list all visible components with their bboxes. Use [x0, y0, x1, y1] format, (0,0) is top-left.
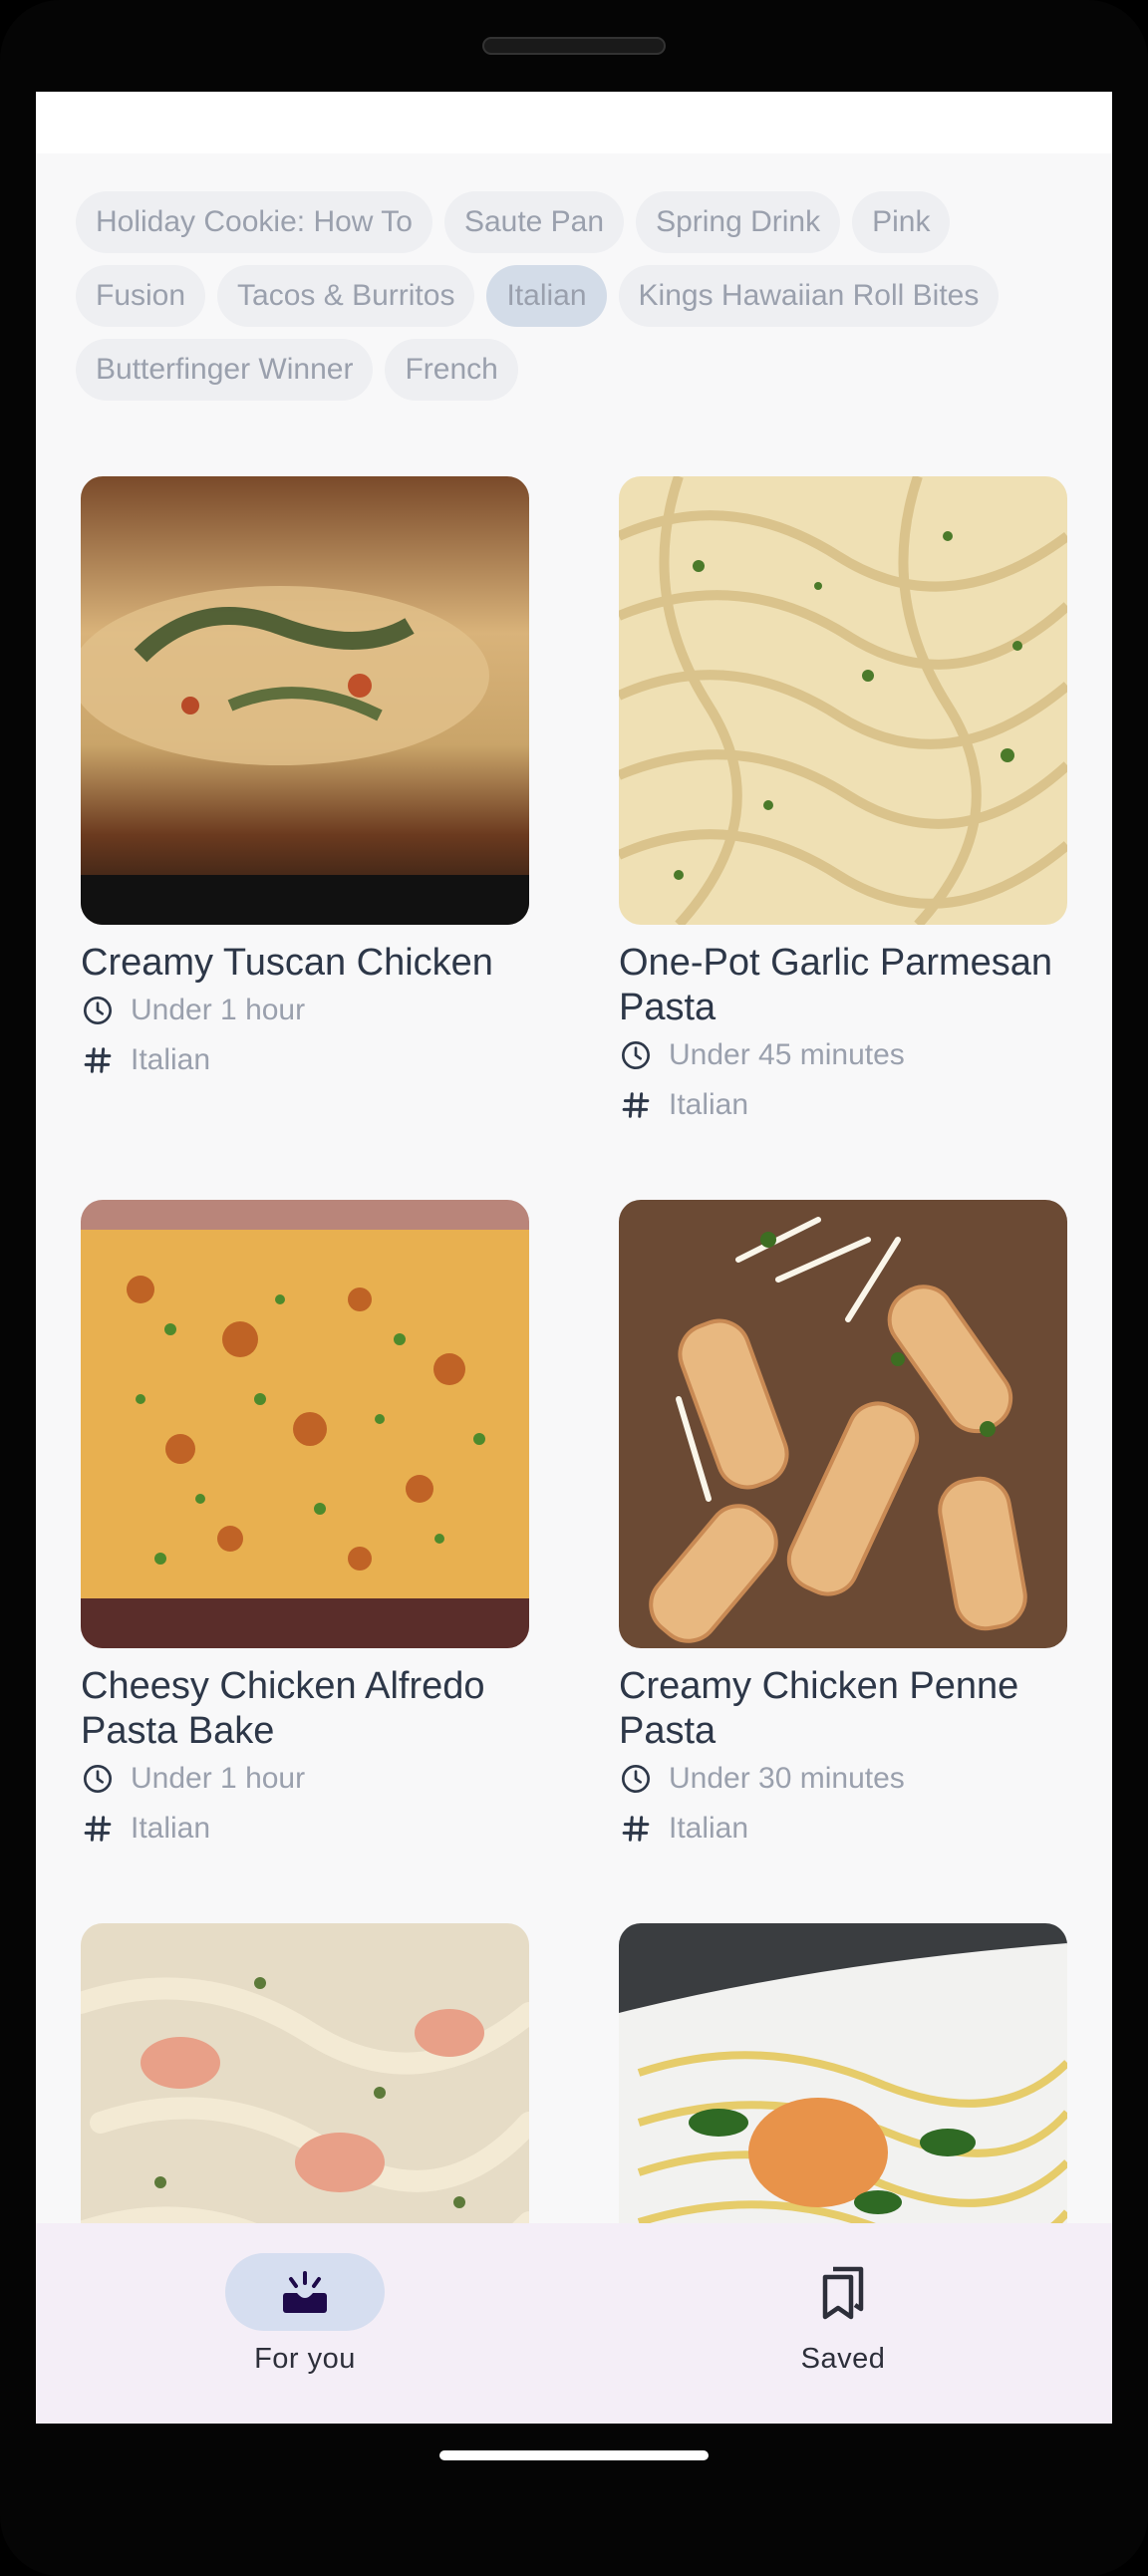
recipe-image — [619, 476, 1067, 925]
recipe-tag-text: Italian — [131, 1812, 211, 1845]
chip-saute-pan[interactable]: Saute Pan — [443, 191, 625, 253]
speaker-grille — [482, 37, 666, 55]
chip-kings-hawaiian[interactable]: Kings Hawaiian Roll Bites — [618, 265, 1000, 327]
clock-icon — [81, 1762, 115, 1796]
recipe-time: Under 1 hour — [81, 986, 529, 1035]
nav-saved[interactable]: Saved — [574, 2223, 1112, 2424]
phone-frame: Holiday Cookie: How To Saute Pan Spring … — [0, 0, 1148, 2576]
recipe-time: Under 30 minutes — [619, 1754, 1067, 1804]
recipe-title: Creamy Tuscan Chicken — [81, 942, 493, 984]
clock-icon — [619, 1038, 653, 1072]
recipe-tag-text: Italian — [669, 1812, 749, 1845]
chip-fusion[interactable]: Fusion — [76, 265, 206, 327]
hash-icon — [619, 1088, 653, 1122]
recipe-card[interactable]: Cheesy Chicken Alfredo Pasta Bake Under … — [81, 1200, 529, 1854]
chip-butterfinger[interactable]: Butterfinger Winner — [76, 339, 374, 401]
recipe-tag-text: Italian — [669, 1088, 749, 1121]
recipe-card[interactable]: Creamy Chicken Penne Pasta Under 30 minu… — [619, 1200, 1067, 1854]
nav-saved-label: Saved — [800, 2343, 886, 2375]
chip-tacos-burritos[interactable]: Tacos & Burritos — [217, 265, 475, 327]
bookmarks-icon — [822, 2266, 864, 2320]
chip-italian[interactable]: Italian — [486, 265, 607, 327]
recipe-tag: Italian — [81, 1035, 529, 1085]
home-indicator[interactable] — [439, 2450, 709, 2460]
recipe-time-text: Under 45 minutes — [669, 1038, 905, 1071]
recipe-time-text: Under 30 minutes — [669, 1762, 905, 1795]
nav-for-you-label: For you — [254, 2343, 356, 2375]
sparkle-inbox-icon — [283, 2271, 327, 2313]
recipe-time-text: Under 1 hour — [131, 994, 306, 1026]
clock-icon — [619, 1762, 653, 1796]
recipe-title: Cheesy Chicken Alfredo Pasta Bake — [81, 1665, 485, 1752]
chip-spring-drink[interactable]: Spring Drink — [636, 191, 841, 253]
app-screen: Holiday Cookie: How To Saute Pan Spring … — [36, 92, 1112, 2424]
recipe-time: Under 1 hour — [81, 1754, 529, 1804]
chip-pink[interactable]: Pink — [852, 191, 951, 253]
recipe-image — [619, 1200, 1067, 1648]
hash-icon — [81, 1812, 115, 1846]
recipe-image — [81, 1200, 529, 1648]
chip-holiday-cookie[interactable]: Holiday Cookie: How To — [76, 191, 432, 253]
recipe-title: Creamy Chicken Penne Pasta — [619, 1665, 1019, 1752]
clock-icon — [81, 994, 115, 1027]
recipe-tag-text: Italian — [131, 1043, 211, 1076]
recipe-time: Under 45 minutes — [619, 1030, 1067, 1080]
category-chips: Holiday Cookie: How To Saute Pan Spring … — [76, 191, 1082, 401]
recipe-image — [81, 476, 529, 925]
recipe-tag: Italian — [619, 1080, 1067, 1130]
hash-icon — [619, 1812, 653, 1846]
nav-for-you-indicator — [225, 2253, 385, 2331]
recipe-title: One-Pot Garlic Parmesan Pasta — [619, 942, 1053, 1028]
nav-for-you[interactable]: For you — [36, 2223, 574, 2424]
recipe-time-text: Under 1 hour — [131, 1762, 306, 1795]
recipe-card[interactable]: Creamy Tuscan Chicken Under 1 hour Itali… — [81, 476, 529, 1085]
recipe-tag: Italian — [619, 1804, 1067, 1854]
recipe-card[interactable]: One-Pot Garlic Parmesan Pasta Under 45 m… — [619, 476, 1067, 1130]
recipe-tag: Italian — [81, 1804, 529, 1854]
status-bar — [36, 92, 1112, 153]
chip-french[interactable]: French — [385, 339, 518, 401]
hash-icon — [81, 1043, 115, 1077]
bottom-navigation: For you Saved — [36, 2223, 1112, 2424]
nav-saved-indicator — [763, 2253, 923, 2331]
